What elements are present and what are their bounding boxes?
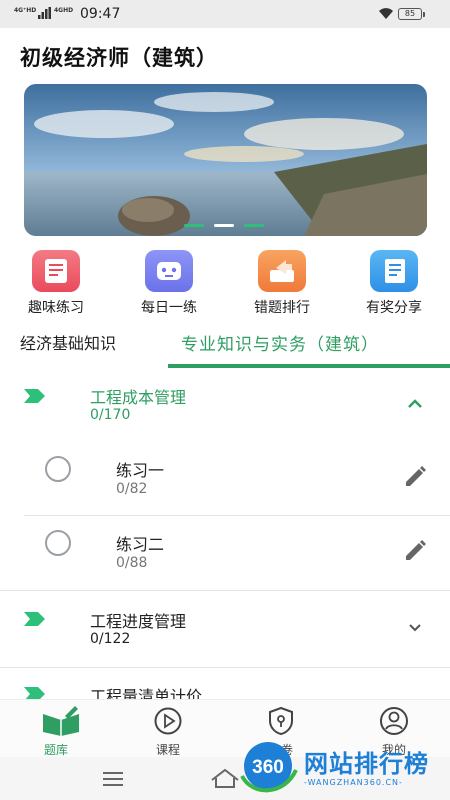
battery-indicator: 85 xyxy=(398,8,425,20)
flag-icon xyxy=(24,389,45,403)
signal-2-label: 4GHD xyxy=(54,7,74,14)
radio-button[interactable] xyxy=(45,456,71,482)
subject-tabs: 经济基础知识 专业知识与实务（建筑） xyxy=(0,322,450,368)
watermark-subtext: -WANGZHAN360.CN- xyxy=(304,778,403,787)
nav-question-bank[interactable]: 题库 xyxy=(26,706,86,758)
exercise-count: 0/88 xyxy=(116,555,148,571)
banner-carousel[interactable] xyxy=(24,84,427,236)
play-icon xyxy=(154,707,182,735)
pencil-icon[interactable] xyxy=(402,464,428,490)
pencil-icon[interactable] xyxy=(402,538,428,564)
tab-professional-practice[interactable]: 专业知识与实务（建筑） xyxy=(181,330,379,355)
status-bar: 4G⁺HD 4GHD 09:47 85 xyxy=(0,0,450,28)
watermark-360-icon: 360 xyxy=(240,742,298,793)
chapter-title: 工程成本管理 xyxy=(90,388,187,407)
carousel-dot[interactable] xyxy=(184,224,204,227)
chevron-down-icon[interactable] xyxy=(404,616,426,638)
chapter-title: 工程量清单计价 xyxy=(90,687,203,699)
exercise-count: 0/82 xyxy=(116,481,148,497)
notebook-icon xyxy=(370,250,418,292)
nav-courses[interactable]: 课程 xyxy=(138,706,198,758)
shortcut-daily-practice[interactable]: 每日一练 xyxy=(125,250,213,317)
chapter-count: 0/122 xyxy=(90,631,131,647)
chapter-row[interactable]: 工程成本管理 0/170 xyxy=(0,378,450,438)
shortcut-wrong-ranking[interactable]: 错题排行 xyxy=(238,250,326,317)
page-title: 初级经济师（建筑） xyxy=(20,46,218,70)
home-icon[interactable] xyxy=(210,768,240,788)
flag-icon xyxy=(24,687,45,699)
tab-economic-basics[interactable]: 经济基础知识 xyxy=(20,330,116,354)
shortcut-share-reward[interactable]: 有奖分享 xyxy=(350,250,438,317)
watermark-text: 网站排行榜 xyxy=(304,750,429,778)
flag-icon xyxy=(24,612,45,626)
shortcut-fun-practice[interactable]: 趣味练习 xyxy=(12,250,100,317)
shortcut-label: 有奖分享 xyxy=(366,300,422,316)
user-icon xyxy=(380,707,408,735)
chevron-up-icon[interactable] xyxy=(404,393,426,415)
book-icon xyxy=(43,706,79,736)
carousel-dot[interactable] xyxy=(244,224,264,227)
nav-label: 题库 xyxy=(43,743,68,757)
lock-shield-icon xyxy=(269,706,293,736)
clock: 09:47 xyxy=(80,6,121,22)
signal-1-label: 4G⁺HD xyxy=(14,7,37,14)
shortcut-label: 错题排行 xyxy=(254,300,310,316)
chapter-title: 工程进度管理 xyxy=(90,612,187,631)
carousel-dot-active[interactable] xyxy=(214,224,234,227)
wifi-icon xyxy=(379,8,393,19)
exercise-title: 练习一 xyxy=(116,461,165,480)
nav-label: 课程 xyxy=(155,743,180,757)
quiz-icon xyxy=(32,250,80,292)
robot-icon xyxy=(145,250,193,292)
list-item[interactable]: 练习一 0/82 xyxy=(24,442,450,516)
ranking-icon xyxy=(258,250,306,292)
watermark-brand: 360 xyxy=(252,757,284,778)
signal-icon xyxy=(38,7,51,19)
exercise-title: 练习二 xyxy=(116,535,165,554)
shortcut-label: 每日一练 xyxy=(141,300,197,316)
shortcut-label: 趣味练习 xyxy=(28,300,84,316)
chapter-row[interactable]: 工程量清单计价 xyxy=(0,677,450,699)
menu-icon[interactable] xyxy=(103,771,125,787)
list-item[interactable]: 练习二 0/88 xyxy=(24,516,450,590)
chapter-count: 0/170 xyxy=(90,407,131,423)
chapter-row[interactable]: 工程进度管理 0/122 xyxy=(0,600,450,660)
radio-button[interactable] xyxy=(45,530,71,556)
tab-indicator xyxy=(168,364,450,368)
divider xyxy=(0,590,450,591)
watermark-logo: 360 网站排行榜 -WANGZHAN360.CN- xyxy=(238,740,450,800)
divider xyxy=(0,667,450,668)
banner-image xyxy=(24,84,427,236)
